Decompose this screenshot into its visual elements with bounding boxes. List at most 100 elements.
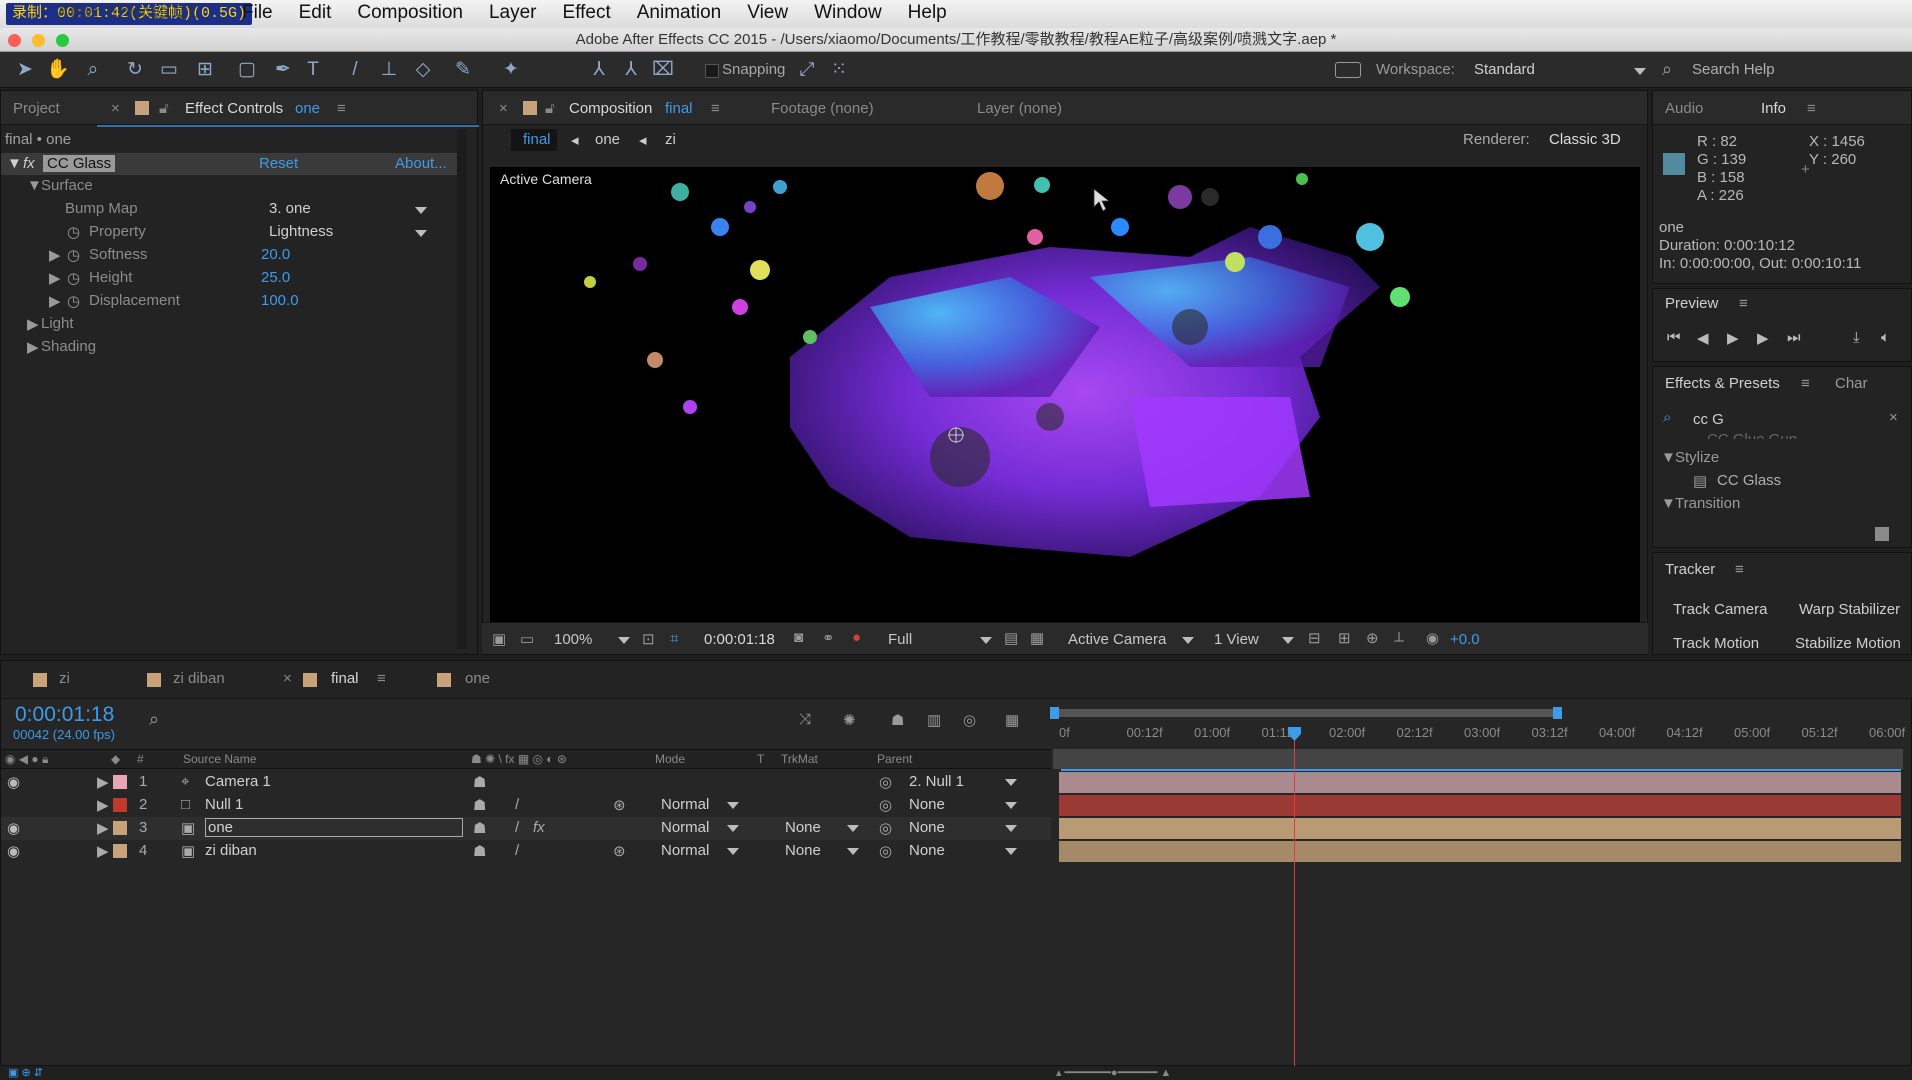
menu-animation[interactable]: Animation bbox=[637, 2, 722, 24]
fx-switch-icon[interactable]: fx bbox=[533, 819, 545, 836]
layer-parent-dropdown[interactable]: None bbox=[909, 842, 945, 859]
bump-map-dropdown-icon[interactable] bbox=[415, 207, 427, 214]
panel-menu-icon[interactable]: ≡ bbox=[711, 100, 720, 117]
timeline-icon[interactable]: ⊕ bbox=[1366, 629, 1379, 647]
snap-edge-icon[interactable]: ⤢ bbox=[796, 59, 818, 81]
workspace-dropdown-icon[interactable] bbox=[1634, 68, 1646, 75]
property-stopwatch-icon[interactable]: ◷ bbox=[67, 223, 80, 241]
pen-tool-icon[interactable]: ✒ bbox=[272, 59, 294, 81]
panel-menu-icon[interactable]: ≡ bbox=[1801, 375, 1810, 392]
mode-dropdown-icon[interactable] bbox=[727, 825, 739, 832]
tab-audio[interactable]: Audio bbox=[1665, 100, 1703, 117]
pickwhip-icon[interactable]: ◎ bbox=[879, 819, 892, 837]
crumb-zi[interactable]: zi bbox=[665, 131, 676, 148]
audio-icon[interactable]: 🔈︎ bbox=[1881, 329, 1890, 346]
last-frame-icon[interactable]: ⏭ bbox=[1787, 329, 1801, 346]
menu-help[interactable]: Help bbox=[908, 2, 947, 24]
shy-switch-icon[interactable]: ☗ bbox=[473, 819, 486, 837]
layer-mode-dropdown[interactable]: Normal bbox=[661, 842, 709, 859]
roto-brush-tool-icon[interactable]: ✎ bbox=[452, 59, 474, 81]
prev-frame-icon[interactable]: ◀ bbox=[1697, 329, 1709, 347]
stabilize-motion-button[interactable]: Stabilize Motion bbox=[1795, 635, 1901, 652]
expand-effect-icon[interactable]: ▼ bbox=[7, 155, 22, 172]
tab-zi-diban[interactable]: zi diban bbox=[173, 670, 225, 687]
tab-effect-controls[interactable]: Effect Controls bbox=[185, 100, 283, 117]
comp-mini-flowchart-icon[interactable]: ⤨ bbox=[799, 711, 811, 728]
menu-layer[interactable]: Layer bbox=[489, 2, 537, 24]
quality-switch-icon[interactable]: / bbox=[515, 842, 519, 859]
layer-source-name[interactable]: Camera 1 bbox=[205, 773, 271, 790]
clear-search-icon[interactable]: × bbox=[1889, 409, 1898, 426]
property-dropdown[interactable]: Lightness bbox=[269, 223, 333, 240]
layer-label-color[interactable] bbox=[113, 821, 127, 835]
search-icon[interactable]: ⌕ bbox=[149, 709, 159, 730]
mode-dropdown-icon[interactable] bbox=[727, 802, 739, 809]
frame-blending-icon[interactable]: ▥ bbox=[927, 711, 941, 729]
monitor-icon[interactable]: ▭ bbox=[520, 630, 534, 648]
3d-layer-icon[interactable]: ⊛ bbox=[613, 796, 626, 814]
column-trkmat[interactable]: TrkMat bbox=[781, 752, 818, 766]
warp-stabilizer-button[interactable]: Warp Stabilizer bbox=[1799, 601, 1900, 618]
zoom-dropdown-icon[interactable] bbox=[618, 637, 630, 644]
graph-editor-icon[interactable]: ▦ bbox=[1005, 711, 1019, 729]
eraser-tool-icon[interactable]: ◇ bbox=[412, 59, 434, 81]
category-transition[interactable]: Transition bbox=[1675, 495, 1740, 512]
viewer-timecode[interactable]: 0:00:01:18 bbox=[704, 631, 775, 648]
close-tab-icon[interactable]: × bbox=[283, 670, 292, 687]
tab-composition-name[interactable]: final bbox=[665, 100, 693, 117]
composition-viewer[interactable]: Active Camera bbox=[490, 167, 1640, 622]
property-dropdown-icon[interactable] bbox=[415, 230, 427, 237]
flowchart-icon[interactable]: ⟂ bbox=[1394, 629, 1404, 646]
panel-menu-icon[interactable]: ≡ bbox=[377, 670, 386, 687]
snap-grid-icon[interactable]: ⁙ bbox=[828, 59, 850, 81]
snapping-checkbox[interactable] bbox=[705, 64, 719, 78]
shading-expand-icon[interactable]: ▶ bbox=[27, 338, 39, 356]
parent-dropdown-icon[interactable] bbox=[1005, 802, 1017, 809]
layer-expand-icon[interactable]: ▶ bbox=[97, 773, 109, 791]
close-window-button[interactable] bbox=[8, 34, 21, 47]
layer-expand-icon[interactable]: ▶ bbox=[97, 796, 109, 814]
trkmat-dropdown-icon[interactable] bbox=[847, 825, 859, 832]
tab-character[interactable]: Char bbox=[1835, 375, 1868, 392]
crumb-one[interactable]: one bbox=[595, 131, 620, 148]
timeline-layer-row[interactable]: ▶ 2 □ Null 1 ☗ / ⊛ Normal ◎ None bbox=[1, 794, 1051, 817]
hand-tool-icon[interactable]: ✋ bbox=[46, 59, 70, 81]
workspace-value[interactable]: Standard bbox=[1474, 61, 1535, 78]
layer-duration-bar[interactable] bbox=[1059, 795, 1901, 816]
track-motion-button[interactable]: Track Motion bbox=[1673, 635, 1759, 652]
pickwhip-icon[interactable]: ◎ bbox=[879, 796, 892, 814]
layer-mode-dropdown[interactable]: Normal bbox=[661, 819, 709, 836]
maximize-window-button[interactable] bbox=[56, 34, 69, 47]
light-expand-icon[interactable]: ▶ bbox=[27, 315, 39, 333]
work-area-start-handle[interactable] bbox=[1050, 707, 1059, 719]
shy-switch-icon[interactable]: ☗ bbox=[473, 773, 486, 791]
layer-label-color[interactable] bbox=[113, 775, 127, 789]
layer-trkmat-dropdown[interactable]: None bbox=[785, 842, 821, 859]
transition-expand-icon[interactable]: ▼ bbox=[1661, 495, 1676, 512]
motion-blur-icon[interactable]: ◎ bbox=[963, 711, 976, 729]
panel-menu-icon[interactable]: ≡ bbox=[1735, 561, 1744, 578]
mode-dropdown-icon[interactable] bbox=[727, 848, 739, 855]
work-area-bar[interactable] bbox=[1053, 709, 1553, 717]
timeline-layer-row[interactable]: ◉ ▶ 3 ▣ one ☗ / fx Normal None ◎ None bbox=[1, 817, 1051, 840]
height-value[interactable]: 25.0 bbox=[261, 269, 290, 286]
rotate-tool-icon[interactable]: ↻ bbox=[124, 59, 146, 81]
menu-view[interactable]: View bbox=[747, 2, 788, 24]
minimize-window-button[interactable] bbox=[32, 34, 45, 47]
timeline-navigator[interactable] bbox=[1053, 749, 1903, 769]
column-parent[interactable]: Parent bbox=[877, 752, 912, 766]
about-button[interactable]: About... bbox=[395, 155, 447, 172]
next-frame-icon[interactable]: ▶ bbox=[1757, 329, 1769, 347]
search-icon[interactable]: ⌕ bbox=[1662, 59, 1672, 80]
3d-layer-icon[interactable]: ⊛ bbox=[613, 842, 626, 860]
selection-tool-icon[interactable]: ➤ bbox=[14, 59, 36, 81]
visibility-eye-icon[interactable]: ◉ bbox=[7, 819, 20, 837]
timeline-timecode[interactable]: 0:00:01:18 bbox=[15, 703, 114, 727]
show-snapshot-icon[interactable]: ⚭ bbox=[822, 629, 835, 647]
loop-icon[interactable]: ⤓ bbox=[1853, 329, 1860, 346]
reset-button[interactable]: Reset bbox=[259, 155, 298, 172]
shy-icon[interactable]: ☗ bbox=[891, 711, 904, 729]
draft-3d-icon[interactable]: ✺ bbox=[843, 711, 856, 729]
workspace-icon[interactable] bbox=[1335, 62, 1361, 78]
visibility-eye-icon[interactable]: ◉ bbox=[7, 773, 20, 791]
